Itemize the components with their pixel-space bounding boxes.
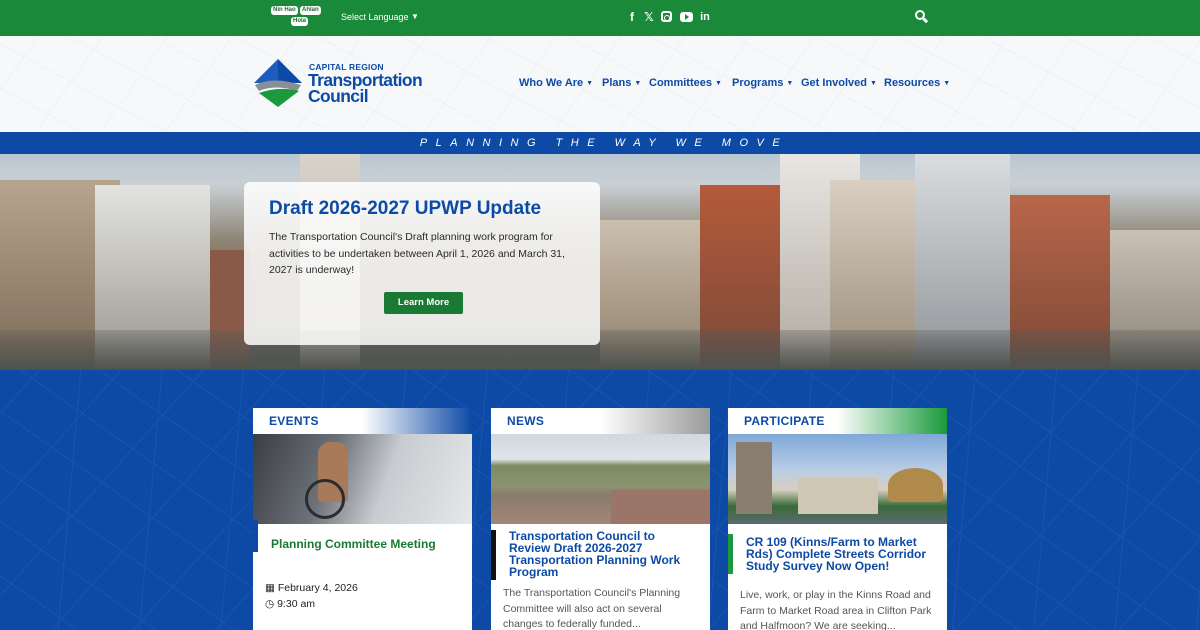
logo-mark-icon[interactable] bbox=[253, 58, 303, 108]
hero-body: The Transportation Council's Draft plann… bbox=[269, 231, 565, 276]
search-icon[interactable] bbox=[915, 10, 929, 24]
chevron-down-icon: ▼ bbox=[786, 80, 794, 87]
events-card[interactable]: EVENTS Planning Committee Meeting ▦ Febr… bbox=[253, 408, 472, 630]
hero-banner: Draft 2026-2027 UPWP Update The Transpor… bbox=[0, 154, 1200, 370]
lang-badge-ahlan: Ahlan bbox=[300, 6, 321, 15]
clock-icon: ◷ bbox=[265, 598, 275, 610]
nav-get-involved[interactable]: Get Involved ▼ bbox=[801, 77, 877, 89]
card-header: PARTICIPATE bbox=[728, 408, 947, 434]
card-accent-bar bbox=[253, 520, 258, 552]
card-label: EVENTS bbox=[269, 414, 319, 428]
nav-plans[interactable]: Plans ▼ bbox=[602, 77, 641, 89]
x-twitter-icon[interactable]: 𝕏 bbox=[641, 8, 657, 26]
chevron-down-icon[interactable]: ▼ bbox=[411, 12, 419, 21]
nav-programs[interactable]: Programs ▼ bbox=[732, 77, 793, 89]
airport-aerial-photo[interactable] bbox=[491, 434, 710, 524]
lang-badge-hola: Hola bbox=[291, 17, 309, 26]
participate-card[interactable]: PARTICIPATE CR 109 (Kinns/Farm to Market… bbox=[728, 408, 947, 630]
wheelchair-wheel bbox=[305, 479, 345, 519]
participate-title[interactable]: CR 109 (Kinns/Farm to Market Rds) Comple… bbox=[746, 536, 938, 572]
header-stripe bbox=[362, 408, 472, 434]
nav-resources[interactable]: Resources ▼ bbox=[884, 77, 950, 89]
chevron-down-icon: ▼ bbox=[586, 80, 594, 87]
language-select[interactable]: Select Language bbox=[341, 12, 409, 22]
linkedin-icon[interactable]: in bbox=[697, 8, 713, 26]
calendar-icon: ▦ bbox=[265, 582, 275, 594]
header-map-pattern bbox=[0, 36, 1200, 132]
capitol-plaza-photo[interactable] bbox=[728, 434, 947, 524]
nav-committees[interactable]: Committees ▼ bbox=[649, 77, 722, 89]
wheelchair-photo[interactable] bbox=[253, 434, 472, 524]
logo-line-2: Council bbox=[308, 86, 369, 106]
chevron-down-icon: ▼ bbox=[870, 80, 877, 87]
event-time: ◷ 9:30 am bbox=[265, 598, 316, 610]
parking-garage bbox=[611, 490, 710, 524]
hero-title[interactable]: Draft 2026-2027 UPWP Update bbox=[269, 198, 541, 220]
tagline-banner: PLANNING THE WAY WE MOVE bbox=[0, 132, 1200, 154]
chevron-down-icon: ▼ bbox=[634, 80, 642, 87]
chevron-down-icon: ▼ bbox=[943, 80, 951, 87]
highway bbox=[0, 330, 1200, 370]
top-utility-bar: Nin Hao Ahlan Hola Select Language ▼ f 𝕏… bbox=[0, 0, 1200, 36]
hero-card: Draft 2026-2027 UPWP Update The Transpor… bbox=[244, 182, 600, 345]
participate-excerpt: Live, work, or play in the Kinns Road an… bbox=[740, 589, 932, 630]
lang-badge-nihao: Nin Hao bbox=[271, 6, 298, 15]
youtube-icon[interactable] bbox=[678, 8, 694, 26]
nav-who-we-are[interactable]: Who We Are ▼ bbox=[519, 77, 593, 89]
news-card[interactable]: NEWS Transportation Council to Review Dr… bbox=[491, 408, 710, 630]
site-header: CAPITAL REGION Transportation Council Wh… bbox=[0, 36, 1200, 132]
header-stripe bbox=[837, 408, 947, 434]
tower-building bbox=[736, 442, 772, 514]
news-title[interactable]: Transportation Council to Review Draft 2… bbox=[509, 530, 699, 578]
facebook-icon[interactable]: f bbox=[624, 8, 640, 26]
card-label: NEWS bbox=[507, 414, 545, 428]
card-accent-bar bbox=[728, 534, 733, 574]
instagram-icon[interactable] bbox=[658, 8, 674, 26]
egg-building bbox=[888, 468, 943, 502]
card-header: EVENTS bbox=[253, 408, 472, 434]
event-date: ▦ February 4, 2026 bbox=[265, 582, 358, 594]
logo-text[interactable]: Transportation Council bbox=[308, 71, 423, 106]
learn-more-button[interactable]: Learn More bbox=[384, 292, 463, 314]
feature-cards-section: EVENTS Planning Committee Meeting ▦ Febr… bbox=[0, 370, 1200, 630]
card-accent-bar bbox=[491, 530, 496, 580]
chevron-down-icon: ▼ bbox=[714, 80, 722, 87]
news-excerpt: The Transportation Council's Planning Co… bbox=[503, 587, 681, 630]
capitol-building bbox=[798, 478, 878, 514]
card-header: NEWS bbox=[491, 408, 710, 434]
card-label: PARTICIPATE bbox=[744, 414, 825, 428]
event-title[interactable]: Planning Committee Meeting bbox=[271, 538, 436, 550]
header-stripe bbox=[600, 408, 710, 434]
language-speech-bubbles-icon[interactable]: Nin Hao Ahlan Hola bbox=[271, 6, 325, 28]
